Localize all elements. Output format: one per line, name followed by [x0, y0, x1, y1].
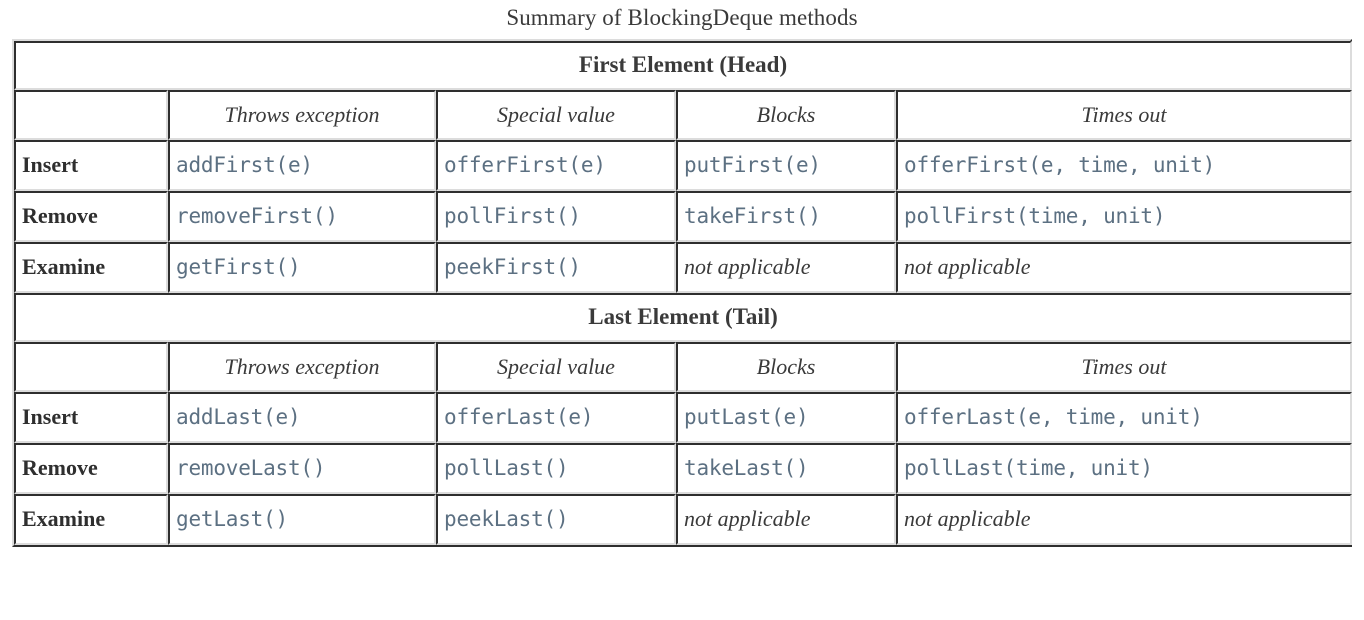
column-header-blocks: Blocks: [676, 342, 896, 392]
method-putLast: putLast(e): [676, 392, 896, 443]
not-applicable-times-out-last: not applicable: [896, 494, 1353, 545]
method-getLast: getLast(): [168, 494, 436, 545]
method-pollLast: pollLast(): [436, 443, 676, 494]
row-label-examine: Examine: [14, 494, 168, 545]
row-label-insert: Insert: [14, 140, 168, 191]
method-peekFirst: peekFirst(): [436, 242, 676, 293]
table-row: Insert addFirst(e) offerFirst(e) putFirs…: [14, 140, 1353, 191]
not-applicable-blocks-first: not applicable: [676, 242, 896, 293]
method-offerLast-timed: offerLast(e, time, unit): [896, 392, 1353, 443]
column-header-corner-blank: [14, 342, 168, 392]
method-pollLast-timed: pollLast(time, unit): [896, 443, 1353, 494]
table-body: First Element (Head) Throws exception Sp…: [14, 41, 1353, 545]
method-removeFirst: removeFirst(): [168, 191, 436, 242]
column-header-throws-exception: Throws exception: [168, 90, 436, 140]
table-row: Insert addLast(e) offerLast(e) putLast(e…: [14, 392, 1353, 443]
method-offerLast: offerLast(e): [436, 392, 676, 443]
section-heading-first: First Element (Head): [14, 41, 1353, 90]
table-row: Examine getLast() peekLast() not applica…: [14, 494, 1353, 545]
column-header-corner-blank: [14, 90, 168, 140]
table-row: Examine getFirst() peekFirst() not appli…: [14, 242, 1353, 293]
method-pollFirst: pollFirst(): [436, 191, 676, 242]
method-addFirst: addFirst(e): [168, 140, 436, 191]
section-heading-row: First Element (Head): [14, 41, 1353, 90]
column-header-special-value: Special value: [436, 342, 676, 392]
method-peekLast: peekLast(): [436, 494, 676, 545]
column-header-row: Throws exception Special value Blocks Ti…: [14, 342, 1353, 392]
row-label-insert: Insert: [14, 392, 168, 443]
section-heading-last: Last Element (Tail): [14, 293, 1353, 342]
column-header-row: Throws exception Special value Blocks Ti…: [14, 90, 1353, 140]
row-label-remove: Remove: [14, 191, 168, 242]
method-takeFirst: takeFirst(): [676, 191, 896, 242]
column-header-times-out: Times out: [896, 342, 1353, 392]
table-frame: First Element (Head) Throws exception Sp…: [12, 39, 1353, 547]
method-putFirst: putFirst(e): [676, 140, 896, 191]
not-applicable-times-out-first: not applicable: [896, 242, 1353, 293]
method-addLast: addLast(e): [168, 392, 436, 443]
method-offerFirst: offerFirst(e): [436, 140, 676, 191]
row-label-remove: Remove: [14, 443, 168, 494]
method-pollFirst-timed: pollFirst(time, unit): [896, 191, 1353, 242]
row-label-examine: Examine: [14, 242, 168, 293]
method-getFirst: getFirst(): [168, 242, 436, 293]
blockingdeque-methods-table: First Element (Head) Throws exception Sp…: [14, 41, 1353, 545]
method-removeLast: removeLast(): [168, 443, 436, 494]
section-heading-row: Last Element (Tail): [14, 293, 1353, 342]
method-offerFirst-timed: offerFirst(e, time, unit): [896, 140, 1353, 191]
table-row: Remove removeLast() pollLast() takeLast(…: [14, 443, 1353, 494]
column-header-special-value: Special value: [436, 90, 676, 140]
column-header-throws-exception: Throws exception: [168, 342, 436, 392]
not-applicable-blocks-last: not applicable: [676, 494, 896, 545]
method-takeLast: takeLast(): [676, 443, 896, 494]
page-root: Summary of BlockingDeque methods First E…: [0, 0, 1364, 620]
table-row: Remove removeFirst() pollFirst() takeFir…: [14, 191, 1353, 242]
column-header-blocks: Blocks: [676, 90, 896, 140]
table-caption: Summary of BlockingDeque methods: [506, 5, 858, 30]
column-header-times-out: Times out: [896, 90, 1353, 140]
